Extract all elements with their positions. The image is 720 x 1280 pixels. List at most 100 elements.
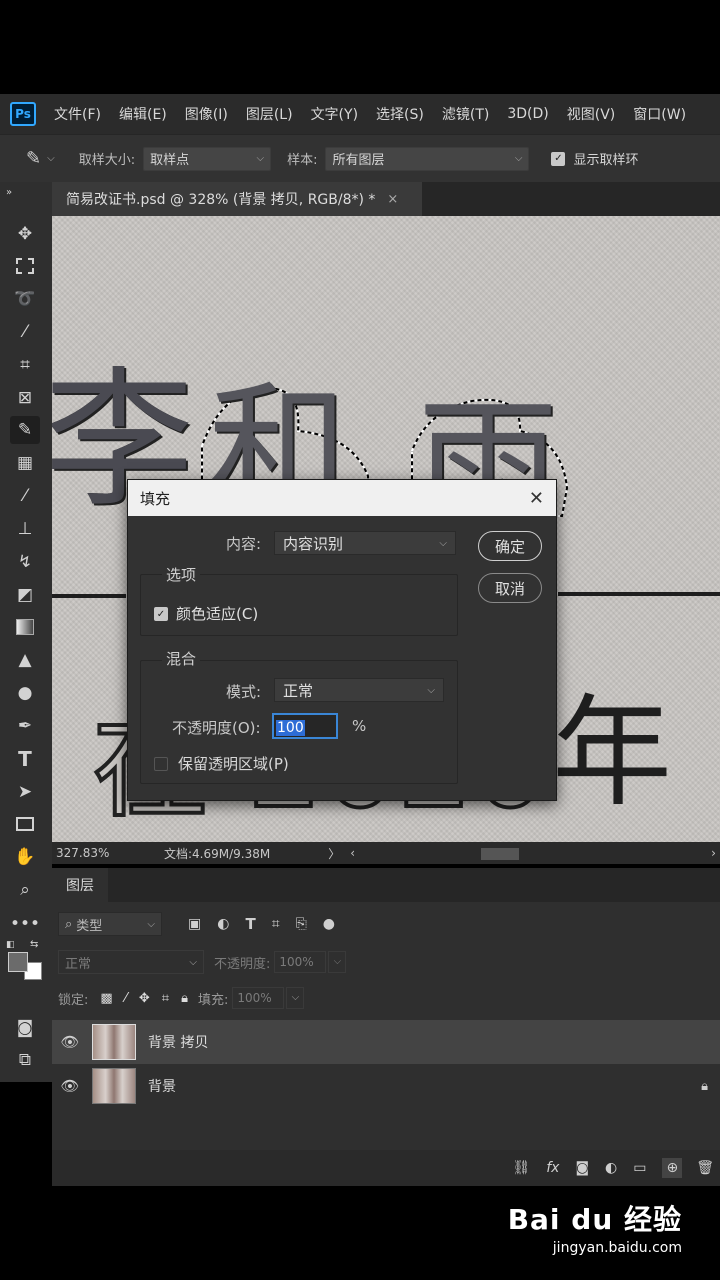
cancel-button[interactable]: 取消 (478, 573, 542, 603)
add-mask-icon[interactable]: ◙ (575, 1160, 589, 1176)
content-label: 内容: (226, 535, 262, 553)
layers-panel-tabs: 图层 (52, 868, 720, 902)
scroll-right-icon[interactable]: › (711, 846, 716, 860)
menu-file[interactable]: 文件(F) (54, 104, 101, 124)
hand-tool-icon[interactable]: ✋ (10, 843, 40, 871)
new-layer-icon[interactable]: ⊕ (662, 1158, 683, 1178)
preserve-transparency-label: 保留透明区域(P) (178, 755, 289, 773)
visibility-eye-icon[interactable]: 👁︎ (52, 1077, 88, 1095)
chevron-down-icon[interactable]: ⌵ (328, 951, 347, 973)
scroll-left-icon[interactable]: ‹ (350, 846, 355, 860)
tab-layers[interactable]: 图层 (52, 868, 108, 902)
eraser-tool-icon[interactable]: ◩ (10, 581, 40, 609)
sample-size-select[interactable]: 取样点 ⌵ (143, 146, 272, 171)
collapse-toolbar-icon[interactable]: » (6, 186, 36, 198)
history-brush-tool-icon[interactable]: ↯ (10, 548, 40, 576)
dialog-close-icon[interactable]: ✕ (529, 488, 544, 509)
layer-row[interactable]: 👁︎ 背景 拷贝 (52, 1020, 720, 1064)
ok-button[interactable]: 确定 (478, 531, 542, 561)
opacity-input[interactable]: 100 (272, 713, 338, 739)
clone-stamp-tool-icon[interactable]: ⊥ (10, 515, 40, 543)
scrollbar-thumb[interactable] (481, 848, 520, 860)
lock-label: 锁定: (58, 992, 89, 1008)
sample-size-value: 取样点 (150, 153, 190, 168)
crop-tool-icon[interactable]: ⌗ (10, 351, 40, 379)
healing-brush-tool-icon[interactable]: ▦ (10, 449, 40, 477)
link-layers-icon[interactable]: ⛓ (512, 1160, 530, 1176)
magic-wand-tool-icon[interactable]: ⁄ (10, 318, 40, 346)
options-bar: ✎ ⌵ 取样大小: 取样点 ⌵ 样本: 所有图层 ⌵ ✓ 显示取样环 (0, 134, 720, 182)
filter-pixel-icon[interactable]: ▣ (188, 916, 201, 932)
eyedropper-tool-icon[interactable]: ✎ (10, 416, 40, 444)
brush-tool-icon[interactable]: ⁄ (10, 482, 40, 510)
layer-style-fx-icon[interactable]: fx (546, 1160, 559, 1176)
layer-filter-row: ⌕ 类型 ⌵ ▣ ◐ T ⌗ ⎘ ● (58, 910, 718, 938)
preserve-transparency-checkbox[interactable] (154, 757, 168, 771)
close-tab-icon[interactable]: × (387, 192, 398, 207)
visibility-eye-icon[interactable]: 👁︎ (52, 1033, 88, 1051)
menu-view[interactable]: 视图(V) (567, 104, 616, 124)
type-tool-icon[interactable]: T (10, 745, 40, 773)
menu-3d[interactable]: 3D(D) (507, 106, 548, 122)
filter-adjustment-icon[interactable]: ◐ (217, 916, 229, 932)
horizontal-scrollbar[interactable] (363, 848, 699, 860)
chevron-down-icon[interactable]: ⌵ (286, 987, 305, 1009)
zoom-level[interactable]: 327.83% (56, 846, 152, 860)
lock-transparent-icon[interactable]: ▩ (100, 991, 112, 1006)
menu-layer[interactable]: 图层(L) (246, 104, 293, 124)
opacity-input-value: 100 (276, 720, 305, 736)
pen-tool-icon[interactable]: ✒ (10, 712, 40, 740)
rectangle-tool-icon[interactable] (10, 810, 40, 838)
dodge-tool-icon[interactable]: ● (10, 679, 40, 707)
blend-group-title: 混合 (162, 648, 201, 669)
filter-smart-object-icon[interactable]: ⎘ (296, 916, 307, 932)
move-tool-icon[interactable]: ✥ (10, 220, 40, 248)
menu-image[interactable]: 图像(I) (185, 104, 228, 124)
lock-artboard-icon[interactable]: ⌗ (162, 991, 169, 1006)
menu-filter[interactable]: 滤镜(T) (442, 104, 489, 124)
layer-thumbnail (92, 1068, 136, 1104)
lock-position-icon[interactable]: ✥ (139, 991, 150, 1006)
layer-opacity-label: 不透明度: (214, 956, 271, 972)
filter-kind-select[interactable]: ⌕ 类型 ⌵ (58, 912, 162, 936)
layers-footer: ⛓ fx ◙ ◐ ▭ ⊕ 🗑︎ (52, 1150, 720, 1186)
mode-select[interactable]: 正常 ⌵ (274, 678, 444, 702)
adjustment-layer-icon[interactable]: ◐ (605, 1160, 617, 1176)
marquee-tool-icon[interactable] (10, 252, 40, 280)
preset-chevron-down-icon[interactable]: ⌵ (47, 153, 55, 164)
filter-type-icon[interactable]: T (245, 915, 255, 933)
sample-select[interactable]: 所有图层 ⌵ (325, 146, 530, 171)
frame-tool-icon[interactable]: ⊠ (10, 384, 40, 412)
fill-value[interactable]: 100% (232, 987, 285, 1009)
quick-mask-icon[interactable]: ◙ (10, 1014, 40, 1042)
blend-mode-value: 正常 (65, 956, 92, 972)
layer-row[interactable]: 👁︎ 背景 🔒︎ (52, 1064, 720, 1108)
eyedropper-preset-icon[interactable]: ✎ (26, 148, 41, 169)
new-group-folder-icon[interactable]: ▭ (633, 1160, 646, 1176)
content-select[interactable]: 内容识别 ⌵ (274, 531, 456, 555)
filter-shape-icon[interactable]: ⌗ (272, 916, 280, 932)
show-ring-checkbox[interactable]: ✓ (551, 151, 566, 166)
filter-toggle-icon[interactable]: ● (323, 916, 335, 932)
document-tab[interactable]: 简易改证书.psd @ 328% (背景 拷贝, RGB/8*) * × (52, 182, 422, 216)
menu-select[interactable]: 选择(S) (376, 104, 424, 124)
delete-layer-trash-icon[interactable]: 🗑︎ (696, 1160, 714, 1176)
path-selection-tool-icon[interactable]: ➤ (10, 778, 40, 806)
more-tools-icon[interactable]: ••• (10, 910, 40, 938)
lock-image-icon[interactable]: ⁄ (125, 991, 127, 1006)
gradient-tool-icon[interactable] (10, 613, 40, 641)
zoom-tool-icon[interactable]: ⌕ (10, 876, 40, 904)
blur-tool-icon[interactable]: ▲ (10, 646, 40, 674)
color-swatches[interactable]: ◧ ⇆ (4, 939, 44, 992)
layer-opacity-value[interactable]: 100% (274, 951, 327, 973)
status-menu-arrow-icon[interactable]: 〉 (328, 845, 340, 862)
menu-window[interactable]: 窗口(W) (633, 104, 686, 124)
menu-edit[interactable]: 编辑(E) (119, 104, 167, 124)
menu-type[interactable]: 文字(Y) (311, 104, 358, 124)
screen-mode-icon[interactable]: ⧉ (10, 1046, 40, 1074)
blend-mode-select[interactable]: 正常 ⌵ (58, 950, 204, 974)
color-adapt-checkbox[interactable]: ✓ (154, 607, 168, 621)
layers-panel: 图层 ⌕ 类型 ⌵ ▣ ◐ T ⌗ ⎘ ● 正常 ⌵ 不透明度: 100% ⌵ … (52, 868, 720, 1186)
lasso-tool-icon[interactable]: ➰ (10, 285, 40, 313)
lock-all-icon[interactable]: 🔒︎ (181, 991, 188, 1006)
